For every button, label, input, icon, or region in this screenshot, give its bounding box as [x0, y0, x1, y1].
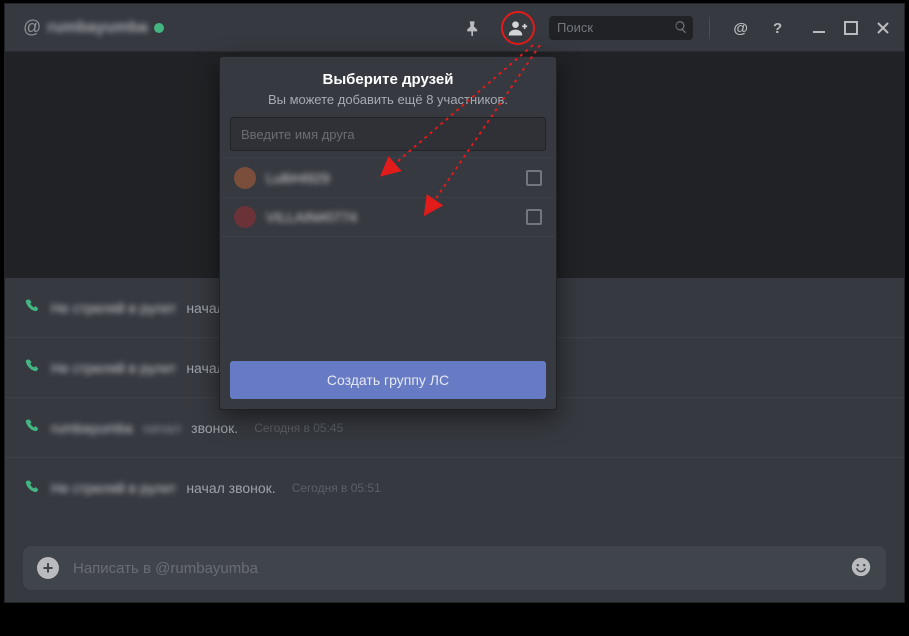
- create-group-button[interactable]: Создать группу ЛС: [230, 361, 546, 399]
- add-friends-button[interactable]: [501, 11, 535, 45]
- event-text: начал звонок.: [186, 480, 275, 496]
- event-timestamp: Сегодня в 05:45: [254, 421, 343, 435]
- search-placeholder: Поиск: [557, 20, 593, 35]
- attach-button[interactable]: +: [37, 557, 59, 579]
- emoji-button[interactable]: [850, 556, 872, 581]
- message-placeholder: Написать в @rumbayumba: [73, 560, 836, 577]
- mentions-icon[interactable]: @: [726, 14, 754, 42]
- friend-search-placeholder: Введите имя друга: [241, 127, 355, 142]
- friend-list: Lulli#4929 VILLAIN#0774: [220, 157, 556, 361]
- event-username: Не стреляй в рулет: [51, 300, 176, 316]
- friend-row[interactable]: VILLAIN#0774: [220, 197, 556, 237]
- window-controls: [808, 17, 894, 39]
- phone-icon: [25, 479, 41, 498]
- select-friends-popover: Выберите друзей Вы можете добавить ещё 8…: [219, 56, 557, 410]
- friend-checkbox[interactable]: [526, 209, 542, 225]
- maximize-button[interactable]: [840, 17, 862, 39]
- header-bar: @ rumbayumba Поиск @ ?: [5, 4, 904, 52]
- phone-icon: [25, 418, 41, 437]
- status-online-icon: [154, 23, 164, 33]
- message-input[interactable]: + Написать в @rumbayumba: [23, 546, 886, 590]
- at-symbol: @: [23, 17, 41, 38]
- phone-icon: [25, 358, 41, 377]
- minimize-button[interactable]: [808, 17, 830, 39]
- popover-subtitle: Вы можете добавить ещё 8 участников.: [230, 92, 546, 107]
- divider: [709, 17, 710, 39]
- friend-avatar: [234, 206, 256, 228]
- event-username: rumbayumba: [51, 420, 133, 436]
- channel-username: rumbayumba: [47, 19, 147, 37]
- friend-row[interactable]: Lulli#4929: [220, 157, 556, 197]
- event-timestamp: Сегодня в 05:51: [292, 481, 381, 495]
- event-text: звонок.: [191, 420, 238, 436]
- friend-checkbox[interactable]: [526, 170, 542, 186]
- search-input[interactable]: Поиск: [549, 16, 693, 40]
- pin-icon[interactable]: [459, 14, 487, 42]
- channel-title: @ rumbayumba: [23, 17, 164, 38]
- close-button[interactable]: [872, 17, 894, 39]
- call-event-row: Не стреляй в рулет начал звонок. Сегодня…: [5, 458, 904, 518]
- event-username: Не стреляй в рулет: [51, 360, 176, 376]
- friend-name: Lulli#4929: [266, 170, 330, 186]
- popover-title: Выберите друзей: [230, 71, 546, 88]
- app-window: @ rumbayumba Поиск @ ?: [4, 3, 905, 603]
- friend-name: VILLAIN#0774: [266, 209, 357, 225]
- event-username: Не стреляй в рулет: [51, 480, 176, 496]
- phone-icon: [25, 298, 41, 317]
- friend-avatar: [234, 167, 256, 189]
- svg-text:?: ?: [773, 20, 782, 37]
- event-extra: начал: [143, 420, 181, 436]
- search-icon: [674, 20, 688, 37]
- help-icon[interactable]: ?: [764, 14, 792, 42]
- svg-text:@: @: [733, 20, 748, 37]
- friend-search-input[interactable]: Введите имя друга: [230, 117, 546, 151]
